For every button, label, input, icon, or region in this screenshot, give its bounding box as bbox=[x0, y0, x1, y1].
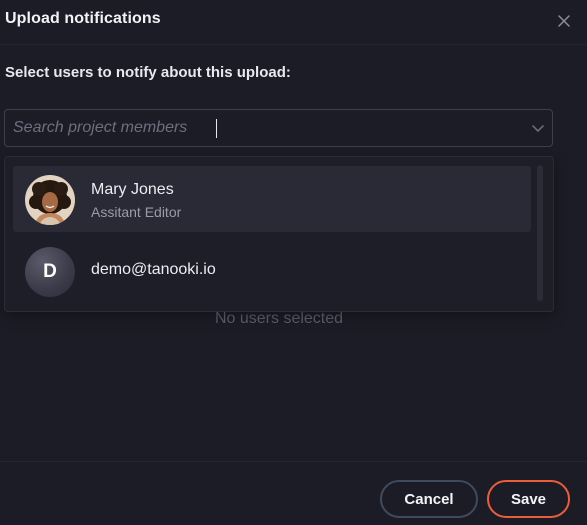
member-name: demo@tanooki.io bbox=[91, 261, 216, 278]
chevron-down-icon[interactable] bbox=[530, 120, 546, 136]
upload-notifications-dialog: Upload notifications Select users to not… bbox=[0, 0, 587, 525]
avatar-initial: D bbox=[43, 261, 57, 282]
avatar bbox=[25, 175, 75, 225]
save-button[interactable]: Save bbox=[487, 480, 570, 518]
notify-prompt: Select users to notify about this upload… bbox=[5, 64, 291, 81]
cancel-button[interactable]: Cancel bbox=[380, 480, 478, 518]
member-role: Assitant Editor bbox=[91, 204, 182, 220]
user-photo-icon bbox=[25, 175, 75, 225]
member-name: Mary Jones bbox=[91, 181, 174, 198]
dropdown-scrollbar[interactable] bbox=[537, 165, 543, 301]
dialog-header: Upload notifications bbox=[0, 0, 587, 45]
text-caret bbox=[216, 119, 217, 138]
dialog-footer: Cancel Save bbox=[0, 461, 587, 525]
member-dropdown: Mary Jones Assitant Editor D demo@tanook… bbox=[4, 156, 554, 312]
close-icon bbox=[558, 15, 570, 27]
member-option-demo[interactable]: D demo@tanooki.io bbox=[13, 238, 531, 304]
member-search-select[interactable] bbox=[4, 109, 553, 147]
empty-state-text: No users selected bbox=[214, 310, 344, 327]
dialog-title: Upload notifications bbox=[5, 10, 161, 27]
member-option-mary-jones[interactable]: Mary Jones Assitant Editor bbox=[13, 166, 531, 232]
close-button[interactable] bbox=[553, 10, 575, 32]
avatar: D bbox=[25, 247, 75, 297]
search-input[interactable] bbox=[13, 110, 513, 146]
